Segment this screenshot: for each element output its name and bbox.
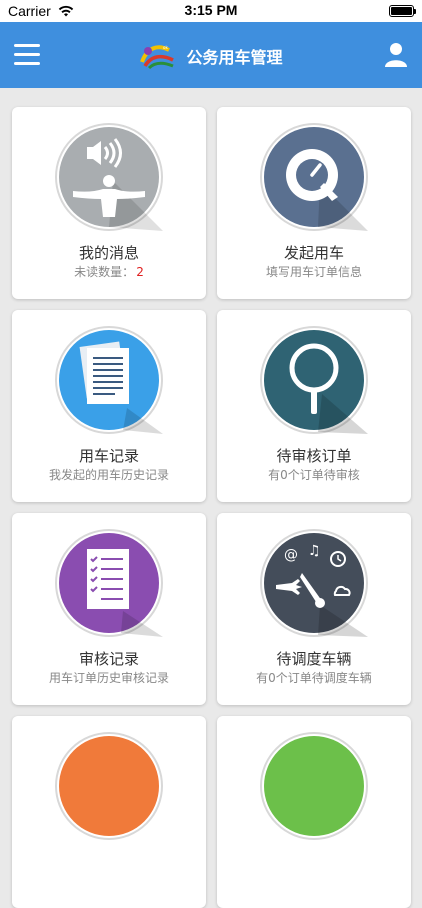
tile-ride-records[interactable]: 用车记录 我发起的用车历史记录	[12, 310, 206, 502]
tile-subtitle: 有0个订单待审核	[268, 468, 360, 482]
svg-text:@: @	[284, 547, 298, 563]
battery-icon	[389, 5, 416, 17]
tile-label: 待调度车辆	[276, 650, 352, 668]
checklist-icon	[53, 527, 165, 639]
tile-subtitle: 用车订单历史审核记录	[48, 671, 169, 685]
logo-icon: ok	[140, 45, 175, 70]
tile-label: 待审核订单	[276, 447, 352, 465]
user-profile-icon[interactable]	[384, 42, 408, 68]
tile-start-ride[interactable]: 发起用车 填写用车订单信息	[217, 107, 411, 299]
tile-label: 发起用车	[283, 244, 344, 262]
tile-subtitle: 我发起的用车历史记录	[48, 468, 169, 482]
quicktime-icon	[258, 121, 370, 233]
tile-label: 用车记录	[78, 447, 139, 465]
brand: ok 公务用车管理	[0, 42, 422, 70]
unread-count-value: 2	[136, 265, 144, 279]
unread-count-label: 未读数量：	[74, 265, 135, 279]
orange-tile-icon	[53, 730, 165, 842]
svg-text:ok: ok	[163, 45, 168, 50]
tile-pending-approval[interactable]: 待审核订单 有0个订单待审核	[217, 310, 411, 502]
svg-text:♫: ♫	[308, 543, 321, 559]
tile-pending-dispatch[interactable]: @ ♫ 待调度车辆 有0个订单待调度车辆	[217, 513, 411, 705]
tile-approval-records[interactable]: 审核记录 用车订单历史审核记录	[12, 513, 206, 705]
tile-subtitle: 填写用车订单信息	[265, 265, 362, 279]
document-stack-icon	[53, 324, 165, 436]
tile-label: 我的消息	[78, 244, 139, 262]
megaphone-person-icon	[53, 121, 165, 233]
status-bar: Carrier 3:15 PM	[0, 0, 422, 22]
tile-partial-right[interactable]	[217, 716, 411, 908]
tile-partial-left[interactable]	[12, 716, 206, 908]
magnifier-icon	[258, 324, 370, 436]
tile-label: 审核记录	[78, 650, 139, 668]
green-tile-icon	[258, 730, 370, 842]
tile-subtitle: 未读数量： 2	[12, 263, 206, 280]
page-title: 公务用车管理	[186, 48, 283, 67]
tile-subtitle: 有0个订单待调度车辆	[256, 671, 372, 685]
tile-my-messages[interactable]: 我的消息 未读数量： 2	[12, 107, 206, 299]
dashboard-gauge-icon: @ ♫	[258, 527, 370, 639]
header-bar: ok 公务用车管理	[0, 22, 422, 88]
status-time: 3:15 PM	[184, 2, 238, 18]
